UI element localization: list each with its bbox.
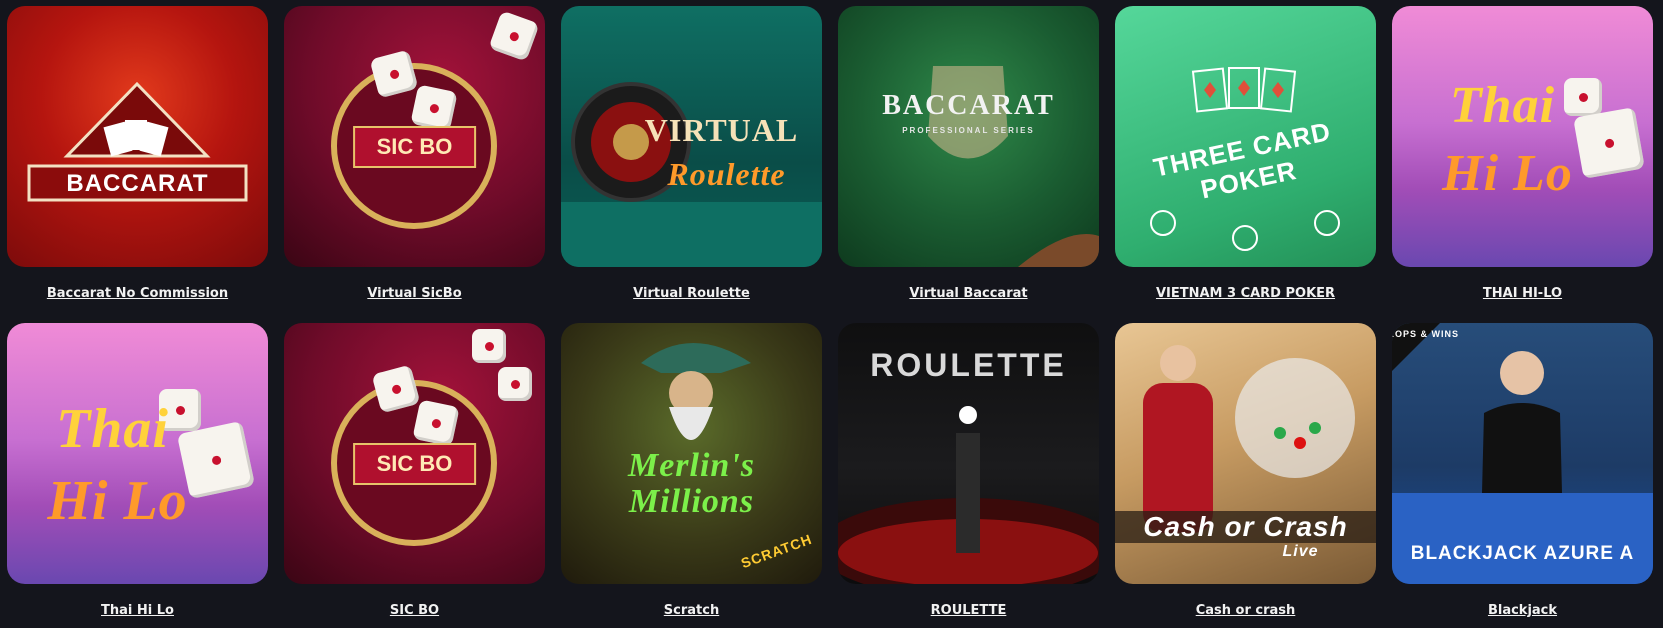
game-thumbnail[interactable]: Thai Hi Lo: [7, 323, 268, 584]
game-title-link[interactable]: Virtual Baccarat: [909, 286, 1027, 301]
die-icon: [412, 399, 460, 447]
game-title-link[interactable]: ROULETTE: [931, 603, 1007, 618]
game-title-link[interactable]: Thai Hi Lo: [101, 603, 174, 618]
game-card[interactable]: Thai Hi Lo THAI HI-LO: [1392, 6, 1653, 301]
die-icon: [410, 84, 458, 132]
art-title: VIRTUAL: [644, 112, 799, 148]
crest-icon: [928, 66, 1099, 267]
game-card[interactable]: DROPS & WINS BLACKJACK AZURE A Blackjack: [1392, 323, 1653, 618]
game-title-link[interactable]: Baccarat No Commission: [47, 286, 228, 301]
art-title: Merlin's: [627, 447, 756, 484]
game-thumbnail[interactable]: Cash or Crash Live: [1115, 323, 1376, 584]
game-card[interactable]: Thai Hi Lo Thai Hi Lo: [7, 323, 268, 618]
game-title-link[interactable]: Virtual SicBo: [367, 286, 461, 301]
game-thumbnail[interactable]: BACCARAT: [7, 6, 268, 267]
game-thumbnail[interactable]: Thai Hi Lo: [1392, 6, 1653, 267]
art-title: Cash or Crash: [1115, 511, 1376, 543]
game-grid: BACCARAT Baccarat No Commission SIC BO V…: [0, 0, 1663, 628]
game-card[interactable]: VIRTUAL Roulette Virtual Roulette: [561, 6, 822, 301]
art-title: ROULETTE: [870, 347, 1067, 383]
game-title-link[interactable]: Virtual Roulette: [633, 286, 750, 301]
game-card[interactable]: SIC BO SIC BO: [284, 323, 545, 618]
art-title: Thai: [56, 398, 169, 460]
game-card[interactable]: BACCARAT Baccarat No Commission: [7, 6, 268, 301]
art-title: BLACKJACK AZURE A: [1410, 543, 1635, 564]
game-card[interactable]: Merlin's Millions SCRATCH Scratch: [561, 323, 822, 618]
art-title: SIC BO: [352, 126, 477, 168]
game-card[interactable]: SIC BO Virtual SicBo: [284, 6, 545, 301]
game-title-link[interactable]: Blackjack: [1488, 603, 1557, 618]
game-title-link[interactable]: THAI HI-LO: [1483, 286, 1562, 301]
die-icon: [498, 367, 532, 401]
card-triangle-icon: [27, 81, 248, 202]
game-card[interactable]: THREE CARD POKER VIETNAM 3 CARD POKER: [1115, 6, 1376, 301]
game-thumbnail[interactable]: SIC BO: [284, 323, 545, 584]
game-title-link[interactable]: SIC BO: [390, 603, 439, 618]
art-subtitle: Roulette: [667, 156, 786, 192]
die-icon: [472, 329, 506, 363]
art-title: BACCARAT: [882, 90, 1055, 121]
game-title-link[interactable]: VIETNAM 3 CARD POKER: [1156, 286, 1335, 301]
game-thumbnail[interactable]: Merlin's Millions SCRATCH: [561, 323, 822, 584]
game-thumbnail[interactable]: ROULETTE: [838, 323, 1099, 584]
game-title-link[interactable]: Scratch: [664, 603, 719, 618]
art-subtitle: Live: [1282, 543, 1319, 560]
game-thumbnail[interactable]: DROPS & WINS BLACKJACK AZURE A: [1392, 323, 1653, 584]
art-title: SIC BO: [352, 443, 477, 485]
art-title: BACCARAT: [66, 170, 209, 197]
game-thumbnail[interactable]: VIRTUAL Roulette: [561, 6, 822, 267]
game-card[interactable]: ROULETTE ROULETTE: [838, 323, 1099, 618]
game-card[interactable]: Cash or Crash Live Cash or crash: [1115, 323, 1376, 618]
art-subtitle: Hi Lo: [1442, 145, 1573, 202]
art-badge: DROPS & WINS: [1392, 329, 1459, 339]
art-subtitle: PROFESSIONAL SERIES: [902, 126, 1035, 135]
game-card[interactable]: BACCARAT PROFESSIONAL SERIES Virtual Bac…: [838, 6, 1099, 301]
game-thumbnail[interactable]: BACCARAT PROFESSIONAL SERIES: [838, 6, 1099, 267]
art-title: Thai: [1449, 77, 1556, 134]
art-subtitle: Hi Lo: [47, 470, 188, 532]
game-title-link[interactable]: Cash or crash: [1196, 603, 1296, 618]
game-thumbnail[interactable]: SIC BO: [284, 6, 545, 267]
game-thumbnail[interactable]: THREE CARD POKER: [1115, 6, 1376, 267]
art-subtitle: Millions: [628, 483, 755, 520]
